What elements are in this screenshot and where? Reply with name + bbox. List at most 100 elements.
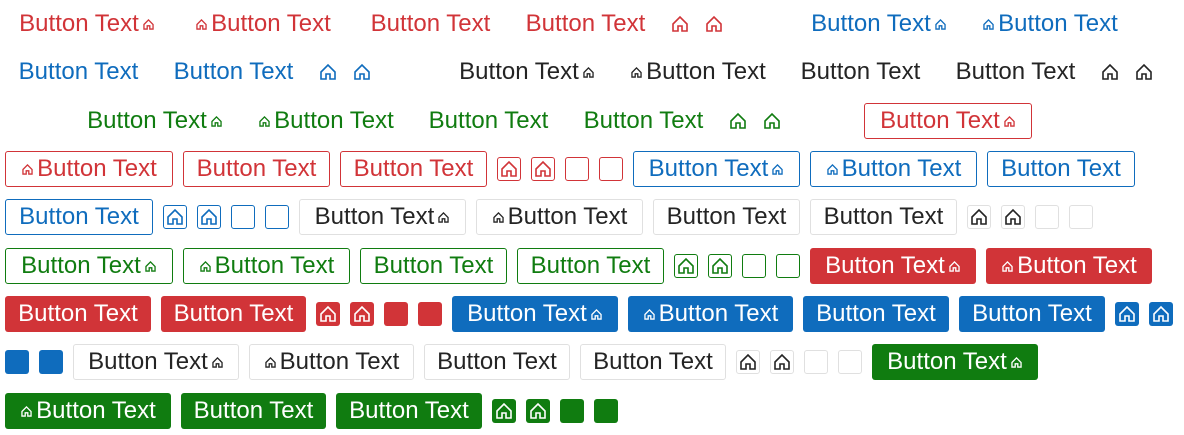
filled-dark-button[interactable]: Button Text — [580, 344, 726, 380]
home-icon[interactable] — [531, 157, 555, 181]
home-icon[interactable] — [1115, 302, 1139, 326]
flat-dark-button[interactable]: Button Text — [943, 54, 1088, 90]
empty-square-button[interactable] — [231, 205, 255, 229]
home-icon — [1001, 260, 1014, 273]
home-icon[interactable] — [736, 350, 760, 374]
flat-red-button[interactable]: Button Text — [513, 6, 658, 42]
outline-blue-button-icon-before[interactable]: Button Text — [810, 151, 977, 187]
empty-square-button[interactable] — [1035, 205, 1059, 229]
empty-square-button[interactable] — [742, 254, 766, 278]
outline-red-button[interactable]: Button Text — [340, 151, 487, 187]
filled-blue-button[interactable]: Button Text — [959, 296, 1105, 332]
empty-square-button[interactable] — [594, 399, 618, 423]
flat-red-button-icon-after[interactable]: Button Text — [6, 6, 168, 42]
home-icon[interactable] — [708, 254, 732, 278]
home-icon[interactable] — [497, 157, 521, 181]
filled-red-button-icon-after[interactable]: Button Text — [810, 248, 976, 284]
button-label: Button Text — [525, 10, 646, 37]
button-label: Button Text — [841, 155, 962, 182]
outline-dark-button-icon-before[interactable]: Button Text — [476, 199, 643, 235]
empty-square-button[interactable] — [5, 350, 29, 374]
outline-green-button-icon-after[interactable]: Button Text — [5, 248, 173, 284]
flat-green-button[interactable]: Button Text — [571, 103, 716, 139]
empty-square-button[interactable] — [418, 302, 442, 326]
home-icon[interactable] — [1149, 302, 1173, 326]
outline-dark-button-icon-after[interactable]: Button Text — [299, 199, 466, 235]
empty-square-button[interactable] — [265, 205, 289, 229]
home-icon — [199, 260, 212, 273]
home-icon[interactable] — [1132, 60, 1156, 84]
flat-blue-button[interactable]: Button Text — [161, 54, 306, 90]
empty-square-button[interactable] — [1069, 205, 1093, 229]
empty-square-button[interactable] — [565, 157, 589, 181]
outline-dark-button[interactable]: Button Text — [653, 199, 800, 235]
outline-red-button[interactable]: Button Text — [183, 151, 330, 187]
outline-green-button[interactable]: Button Text — [360, 248, 507, 284]
home-icon[interactable] — [770, 350, 794, 374]
home-icon[interactable] — [668, 12, 692, 36]
flat-green-button[interactable]: Button Text — [416, 103, 561, 139]
filled-red-button[interactable]: Button Text — [161, 296, 306, 332]
flat-blue-button[interactable]: Button Text — [6, 54, 151, 90]
flat-dark-button[interactable]: Button Text — [788, 54, 933, 90]
empty-square-button[interactable] — [804, 350, 828, 374]
outline-green-button[interactable]: Button Text — [517, 248, 664, 284]
filled-dark-button[interactable]: Button Text — [424, 344, 570, 380]
filled-green-button-icon-after[interactable]: Button Text — [872, 344, 1038, 380]
button-label: Button Text — [193, 397, 314, 424]
home-icon — [264, 356, 277, 369]
home-icon[interactable] — [350, 302, 374, 326]
filled-green-button[interactable]: Button Text — [181, 393, 326, 429]
home-icon — [1003, 115, 1016, 128]
flat-dark-button-icon-before[interactable]: Button Text — [618, 54, 778, 90]
home-icon[interactable] — [197, 205, 221, 229]
filled-blue-button-icon-before[interactable]: Button Text — [628, 296, 793, 332]
outline-green-button-icon-before[interactable]: Button Text — [183, 248, 350, 284]
filled-dark-button-icon-after[interactable]: Button Text — [73, 344, 239, 380]
filled-green-button[interactable]: Button Text — [336, 393, 482, 429]
home-icon[interactable] — [674, 254, 698, 278]
home-icon[interactable] — [760, 109, 784, 133]
button-label: Button Text — [274, 107, 394, 134]
button-label: Button Text — [887, 348, 1007, 375]
home-icon[interactable] — [492, 399, 516, 423]
flat-green-button-icon-after[interactable]: Button Text — [74, 103, 236, 139]
filled-blue-button-icon-after[interactable]: Button Text — [452, 296, 618, 332]
filled-green-button-icon-before[interactable]: Button Text — [5, 393, 171, 429]
empty-square-button[interactable] — [39, 350, 63, 374]
flat-green-button-icon-before[interactable]: Button Text — [246, 103, 406, 139]
outline-blue-button[interactable]: Button Text — [5, 199, 153, 235]
empty-square-button[interactable] — [838, 350, 862, 374]
home-icon[interactable] — [316, 60, 340, 84]
empty-square-button[interactable] — [599, 157, 623, 181]
outline-red-button-icon-before[interactable]: Button Text — [5, 151, 173, 187]
outline-blue-button-icon-after[interactable]: Button Text — [633, 151, 800, 187]
home-icon[interactable] — [702, 12, 726, 36]
outline-dark-button[interactable]: Button Text — [810, 199, 957, 235]
home-icon[interactable] — [1001, 205, 1025, 229]
flat-blue-button-icon-before[interactable]: Button Text — [970, 6, 1130, 42]
filled-red-button-icon-before[interactable]: Button Text — [986, 248, 1152, 284]
empty-square-button[interactable] — [384, 302, 408, 326]
filled-dark-button-icon-before[interactable]: Button Text — [249, 344, 414, 380]
outline-red-button-icon-after[interactable]: Button Text — [864, 103, 1032, 139]
home-icon[interactable] — [526, 399, 550, 423]
home-icon[interactable] — [350, 60, 374, 84]
flat-blue-button-icon-after[interactable]: Button Text — [798, 6, 960, 42]
flat-dark-button-icon-after[interactable]: Button Text — [446, 54, 608, 90]
flat-red-button[interactable]: Button Text — [358, 6, 503, 42]
outline-blue-button[interactable]: Button Text — [987, 151, 1135, 187]
button-label: Button Text — [811, 10, 931, 37]
filled-blue-button[interactable]: Button Text — [803, 296, 949, 332]
empty-square-button[interactable] — [560, 399, 584, 423]
filled-red-button[interactable]: Button Text — [5, 296, 151, 332]
home-icon[interactable] — [1098, 60, 1122, 84]
empty-square-button[interactable] — [776, 254, 800, 278]
button-label: Button Text — [19, 203, 139, 230]
home-icon[interactable] — [163, 205, 187, 229]
home-icon[interactable] — [316, 302, 340, 326]
home-icon[interactable] — [726, 109, 750, 133]
flat-red-button-icon-before[interactable]: Button Text — [188, 6, 338, 42]
home-icon — [771, 163, 784, 176]
home-icon[interactable] — [967, 205, 991, 229]
